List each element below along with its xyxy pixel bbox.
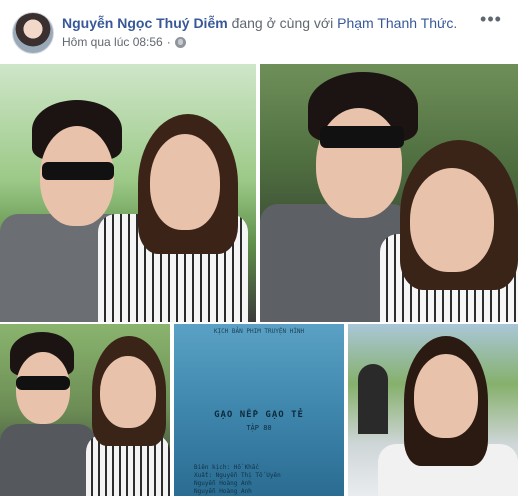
post-meta: Hôm qua lúc 08:56 · — [62, 35, 186, 49]
facebook-post: Nguyễn Ngọc Thuý Diễm đang ở cùng với Ph… — [0, 0, 518, 496]
photo-2[interactable] — [260, 64, 518, 322]
photo-5[interactable] — [348, 324, 518, 496]
credit-line: Biên kịch: Hồ Khắc — [194, 464, 260, 471]
face-shape — [410, 168, 494, 272]
script-company-text: KỊCH BẢN PHIM TRUYỆN HÌNH — [213, 328, 305, 335]
credit-line: Xuất: Nguyễn Thị Tố Uyên — [194, 472, 281, 479]
face-shape — [414, 354, 478, 438]
credit-line: Nguyễn Hoàng Anh — [194, 480, 252, 487]
globe-icon[interactable] — [174, 36, 186, 48]
sunglasses-shape — [16, 376, 70, 390]
photo-1[interactable] — [0, 64, 256, 322]
post-title-line: Nguyễn Ngọc Thuý Diễm đang ở cùng với Ph… — [62, 14, 482, 32]
title-period: . — [453, 15, 458, 31]
credit-line: Nguyễn Hoàng Anh — [194, 488, 252, 495]
person-shape — [358, 364, 388, 434]
face-shape — [316, 108, 402, 218]
dot-separator: · — [166, 35, 171, 49]
photo-3[interactable] — [0, 324, 170, 496]
script-episode-text: TẬP 80 — [246, 424, 272, 432]
tagged-person-link[interactable]: Phạm Thanh Thức — [337, 15, 453, 31]
avatar[interactable] — [12, 12, 54, 54]
sunglasses-shape — [320, 126, 404, 148]
face-shape — [100, 356, 156, 428]
more-options-button[interactable]: ••• — [478, 10, 504, 32]
relation-text: đang ở cùng với — [231, 15, 334, 31]
author-name-link[interactable]: Nguyễn Ngọc Thuý Diễm — [62, 15, 228, 31]
post-header: Nguyễn Ngọc Thuý Diễm đang ở cùng với Ph… — [0, 0, 518, 62]
jacket-shape — [0, 424, 96, 496]
script-title-text: GẠO NẾP GẠO TẺ — [214, 410, 304, 420]
photo-grid: KỊCH BẢN PHIM TRUYỆN HÌNH GẠO NẾP GẠO TẺ… — [0, 64, 518, 496]
post-timestamp-link[interactable]: Hôm qua lúc 08:56 — [62, 35, 163, 49]
script-credits: Biên kịch: Hồ Khắc Xuất: Nguyễn Thị Tố U… — [194, 464, 344, 496]
face-shape — [150, 134, 220, 230]
sunglasses-shape — [42, 162, 114, 180]
photo-4-script-page[interactable]: KỊCH BẢN PHIM TRUYỆN HÌNH GẠO NẾP GẠO TẺ… — [174, 324, 344, 496]
